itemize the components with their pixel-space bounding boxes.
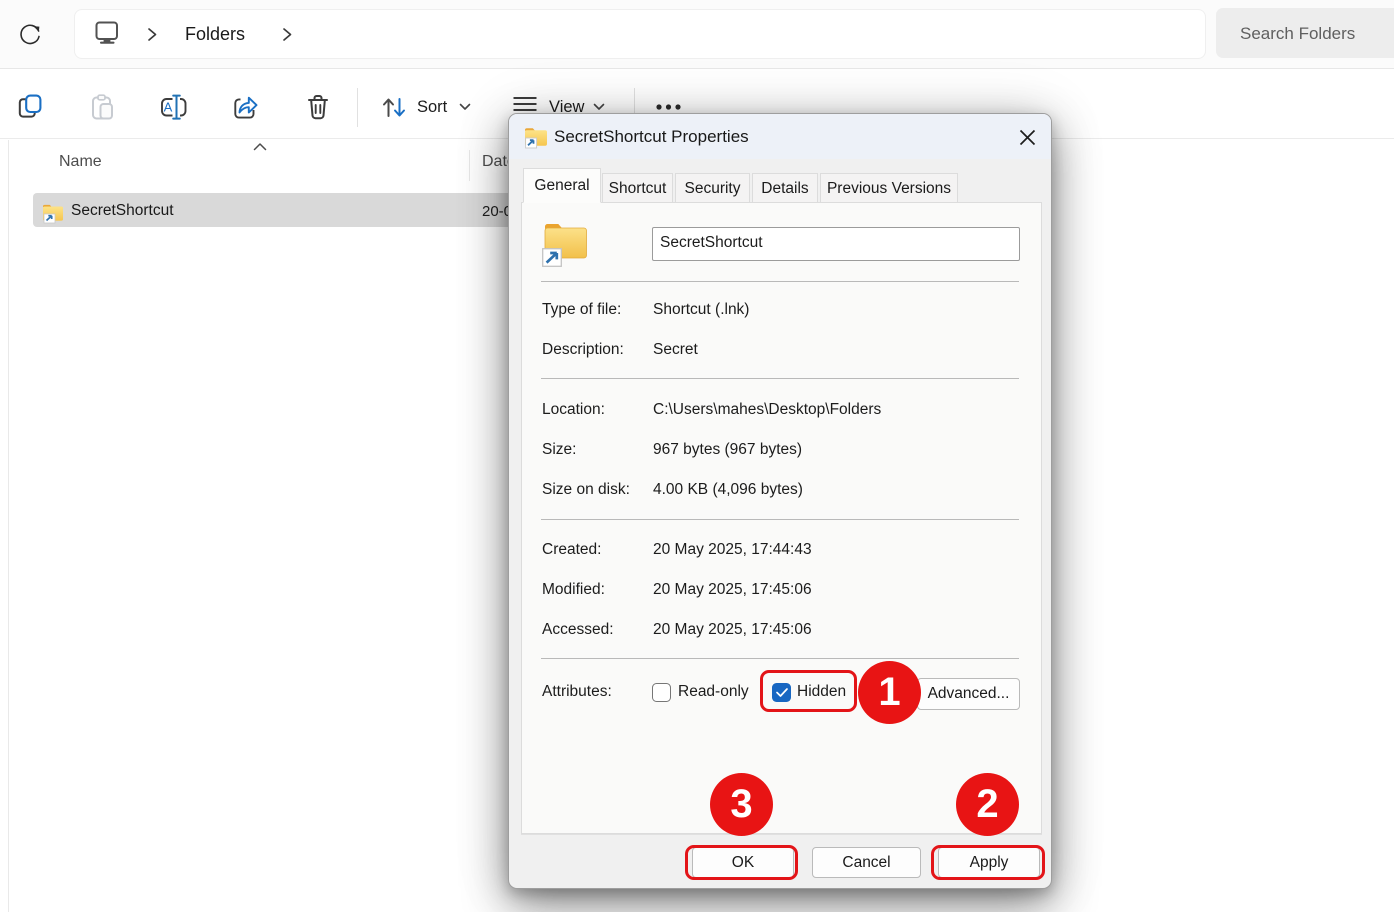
svg-text:A: A (164, 100, 173, 115)
